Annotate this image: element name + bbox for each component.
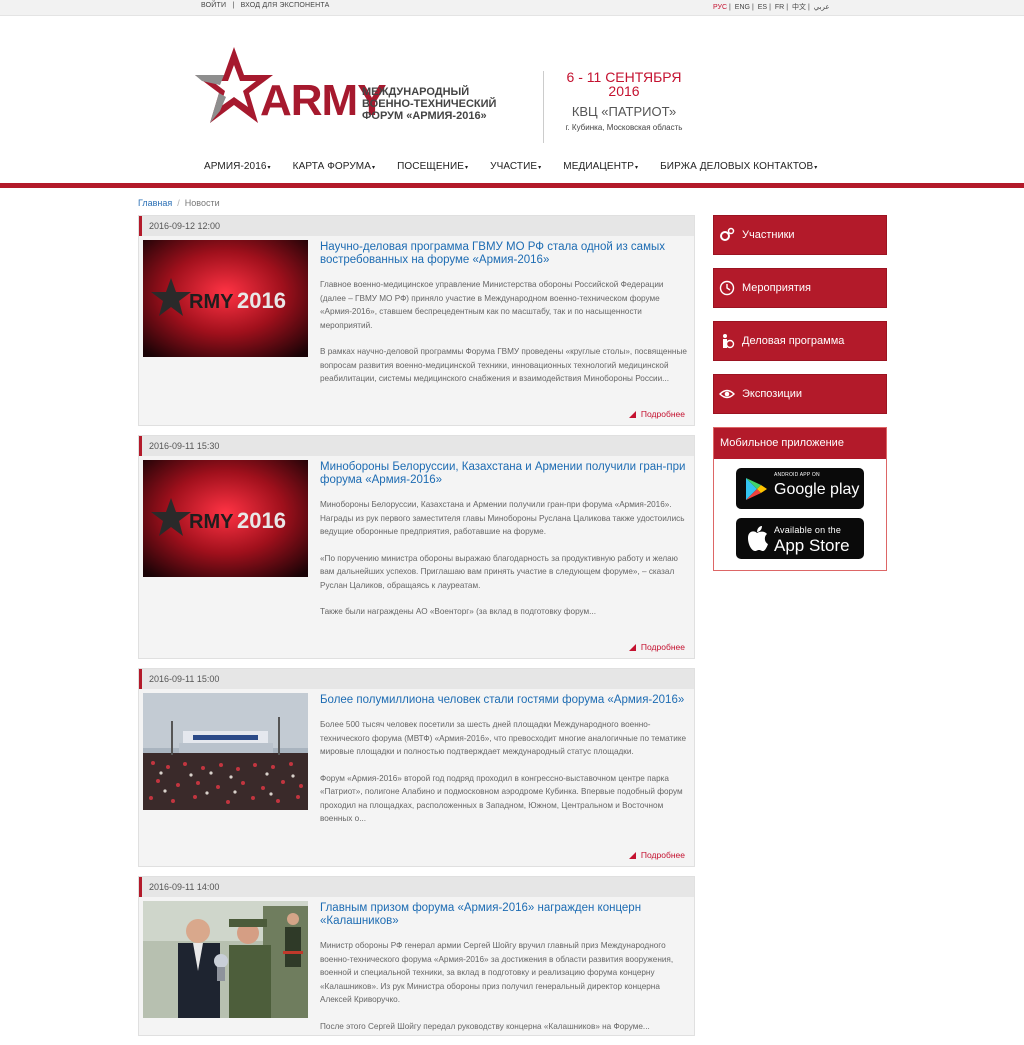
breadcrumb-home[interactable]: Главная — [138, 198, 172, 208]
lang-es[interactable]: ES — [758, 4, 767, 11]
participants-button[interactable]: Участники — [713, 215, 887, 255]
triangle-icon — [628, 411, 636, 418]
lang-fr[interactable]: FR — [775, 4, 784, 11]
news-date: 2016-09-12 12:00 — [139, 216, 694, 236]
event-venue: КВЦ «ПАТРИОТ» — [571, 104, 677, 119]
nav-item-visit[interactable]: ПОСЕЩЕНИЕ▾ — [397, 161, 468, 172]
news-image[interactable]: RMY 2016 — [143, 240, 308, 357]
news-excerpt: Минобороны Белоруссии, Казахстана и Арме… — [320, 500, 685, 616]
news-title-link[interactable]: Минобороны Белоруссии, Казахстана и Арме… — [320, 461, 688, 487]
news-title-link[interactable]: Более полумиллиона человек стали гостями… — [320, 694, 688, 707]
svg-text:RMY: RMY — [189, 511, 234, 533]
triangle-icon — [628, 852, 636, 859]
header-divider — [543, 71, 544, 143]
read-more-link[interactable]: Подробнее — [628, 642, 694, 658]
news-excerpt: Главное военно-медицинское управление Ми… — [320, 280, 687, 383]
account-links: ВОЙТИ | ВХОД ДЛЯ ЭКСПОНЕНТА — [201, 2, 330, 9]
triangle-icon — [628, 644, 636, 651]
nav-item-participation[interactable]: УЧАСТИЕ▾ — [490, 161, 541, 172]
gears-icon — [720, 227, 735, 241]
nav-item-business-exchange[interactable]: БИРЖА ДЕЛОВЫХ КОНТАКТОВ▾ — [660, 161, 817, 172]
news-item: 2016-09-11 14:00 Главным призом форума «… — [138, 876, 695, 1036]
news-image[interactable] — [143, 901, 308, 1018]
news-item: 2016-09-11 15:30 RMY 2016 Минобороны Бел… — [138, 435, 695, 659]
business-program-button[interactable]: Деловая программа — [713, 321, 887, 361]
news-image[interactable]: RMY 2016 — [143, 460, 308, 577]
chevron-down-icon: ▾ — [267, 165, 271, 171]
svg-text:RMY: RMY — [189, 291, 234, 313]
award-photo — [143, 901, 308, 1018]
army-2016-logo-image: RMY 2016 — [143, 240, 308, 357]
exhibitor-login-link[interactable]: ВХОД ДЛЯ ЭКСПОНЕНТА — [241, 2, 330, 9]
read-more-link[interactable]: Подробнее — [628, 409, 694, 425]
event-dates: 6 - 11 СЕНТЯБРЯ 2016 — [566, 69, 682, 99]
news-item: 2016-09-12 12:00 RMY 2016 Научно-деловая… — [138, 215, 695, 426]
news-title-link[interactable]: Научно-деловая программа ГВМУ МО РФ стал… — [320, 241, 688, 267]
site-header: ARMY Международный военно-технический фо… — [0, 16, 1024, 153]
lang-ar[interactable]: عربي — [814, 4, 830, 11]
events-button[interactable]: Мероприятия — [713, 268, 887, 308]
google-play-badge[interactable]: ANDROID APP ON Google play — [736, 468, 864, 509]
expositions-button[interactable]: Экспозиции — [713, 374, 887, 414]
app-store-badge[interactable]: Available on the App Store — [736, 518, 864, 559]
chevron-down-icon: ▾ — [465, 165, 469, 171]
main-nav: АРМИЯ-2016▾ КАРТА ФОРУМА▾ ПОСЕЩЕНИЕ▾ УЧА… — [0, 153, 1024, 183]
chevron-down-icon: ▾ — [538, 165, 542, 171]
army-logo[interactable]: ARMY Международный военно-технический фо… — [194, 45, 506, 127]
breadcrumb: Главная / Новости — [138, 198, 220, 208]
briefcase-icon — [723, 334, 735, 349]
read-more-link[interactable]: Подробнее — [628, 850, 694, 866]
chevron-down-icon: ▾ — [814, 165, 818, 171]
news-item: 2016-09-11 15:00 Более полумиллиона чело… — [138, 668, 695, 867]
clock-icon — [719, 280, 735, 296]
news-image[interactable] — [143, 693, 308, 810]
lang-en[interactable]: ENG — [735, 4, 750, 11]
event-city: г. Кубинка, Московская область — [565, 123, 683, 132]
news-date: 2016-09-11 15:30 — [139, 436, 694, 456]
news-date: 2016-09-11 14:00 — [139, 877, 694, 897]
news-excerpt: Более 500 тысяч человек посетили за шест… — [320, 720, 687, 823]
svg-text:2016: 2016 — [237, 288, 286, 313]
eye-icon — [719, 389, 735, 399]
language-switcher: РУС | ENG | ES | FR | 中文 | عربي — [713, 4, 830, 11]
chevron-down-icon: ▾ — [372, 165, 376, 171]
news-title-link[interactable]: Главным призом форума «Армия-2016» награ… — [320, 902, 688, 928]
nav-divider — [0, 183, 1024, 188]
news-list: 2016-09-12 12:00 RMY 2016 Научно-деловая… — [138, 215, 695, 1045]
google-play-icon — [746, 478, 767, 500]
nav-item-forum-map[interactable]: КАРТА ФОРУМА▾ — [293, 161, 375, 172]
army-2016-logo-image: RMY 2016 — [143, 460, 308, 577]
breadcrumb-current: Новости — [184, 198, 220, 208]
crowd-photo — [143, 693, 308, 810]
nav-item-media[interactable]: МЕДИАЦЕНТР▾ — [563, 161, 638, 172]
login-link[interactable]: ВОЙТИ — [201, 2, 226, 9]
lang-zh[interactable]: 中文 — [792, 4, 806, 11]
top-bar: ВОЙТИ | ВХОД ДЛЯ ЭКСПОНЕНТА РУС | ENG | ES… — [0, 0, 1024, 16]
news-excerpt: Министр обороны РФ генерал армии Сергей … — [320, 941, 674, 1031]
mobile-app-title: Мобильное приложение — [714, 428, 886, 459]
chevron-down-icon: ▾ — [635, 165, 639, 171]
sidebar: Участники Мероприятия Деловая программа … — [713, 215, 887, 571]
event-info: 6 - 11 СЕНТЯБРЯ 2016 КВЦ «ПАТРИОТ» г. Ку… — [556, 70, 692, 132]
nav-item-army2016[interactable]: АРМИЯ-2016▾ — [204, 161, 271, 172]
mobile-app-box: Мобильное приложение ANDROID APP ON Goog… — [713, 427, 887, 571]
news-date: 2016-09-11 15:00 — [139, 669, 694, 689]
apple-icon — [748, 526, 768, 551]
forum-name: Международный военно-технический форум «… — [362, 86, 497, 122]
lang-ru[interactable]: РУС — [713, 4, 727, 11]
svg-text:2016: 2016 — [237, 508, 286, 533]
